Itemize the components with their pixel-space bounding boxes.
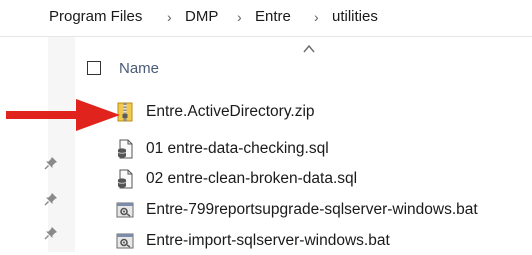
sql-file-icon bbox=[117, 169, 133, 189]
column-header-name[interactable]: Name bbox=[119, 60, 159, 77]
file-row[interactable]: 01 entre-data-checking.sql bbox=[108, 137, 532, 163]
sort-ascending-icon[interactable] bbox=[303, 44, 315, 54]
file-name: Entre-import-sqlserver-windows.bat bbox=[146, 232, 390, 249]
breadcrumb-item-dmp[interactable]: DMP bbox=[185, 8, 218, 25]
sql-file-icon bbox=[117, 139, 133, 159]
breadcrumb: Program Files › DMP › Entre › utilities bbox=[0, 0, 532, 37]
breadcrumb-separator[interactable]: › bbox=[314, 9, 319, 25]
pin-icon[interactable] bbox=[44, 156, 58, 170]
pin-icon[interactable] bbox=[44, 192, 58, 206]
file-row[interactable]: Entre.ActiveDirectory.zip bbox=[108, 100, 532, 126]
file-name: Entre-799reportsupgrade-sqlserver-window… bbox=[146, 201, 478, 218]
file-name: 02 entre-clean-broken-data.sql bbox=[146, 170, 358, 187]
breadcrumb-item-utilities[interactable]: utilities bbox=[332, 8, 378, 25]
navigation-pane bbox=[0, 37, 75, 252]
breadcrumb-separator[interactable]: › bbox=[167, 9, 172, 25]
breadcrumb-item-program-files[interactable]: Program Files bbox=[49, 8, 142, 25]
breadcrumb-separator[interactable]: › bbox=[237, 9, 242, 25]
bat-file-icon bbox=[116, 202, 134, 218]
pin-icon[interactable] bbox=[44, 226, 58, 240]
bat-file-icon bbox=[116, 233, 134, 249]
annotation-arrow-icon bbox=[6, 99, 120, 131]
file-row[interactable]: Entre-799reportsupgrade-sqlserver-window… bbox=[108, 198, 532, 224]
breadcrumb-item-entre[interactable]: Entre bbox=[255, 8, 291, 25]
file-row[interactable]: Entre-import-sqlserver-windows.bat bbox=[108, 229, 532, 255]
file-name: Entre.ActiveDirectory.zip bbox=[146, 103, 315, 120]
select-all-checkbox[interactable] bbox=[87, 61, 101, 75]
file-name: 01 entre-data-checking.sql bbox=[146, 140, 329, 157]
file-row[interactable]: 02 entre-clean-broken-data.sql bbox=[108, 167, 532, 193]
